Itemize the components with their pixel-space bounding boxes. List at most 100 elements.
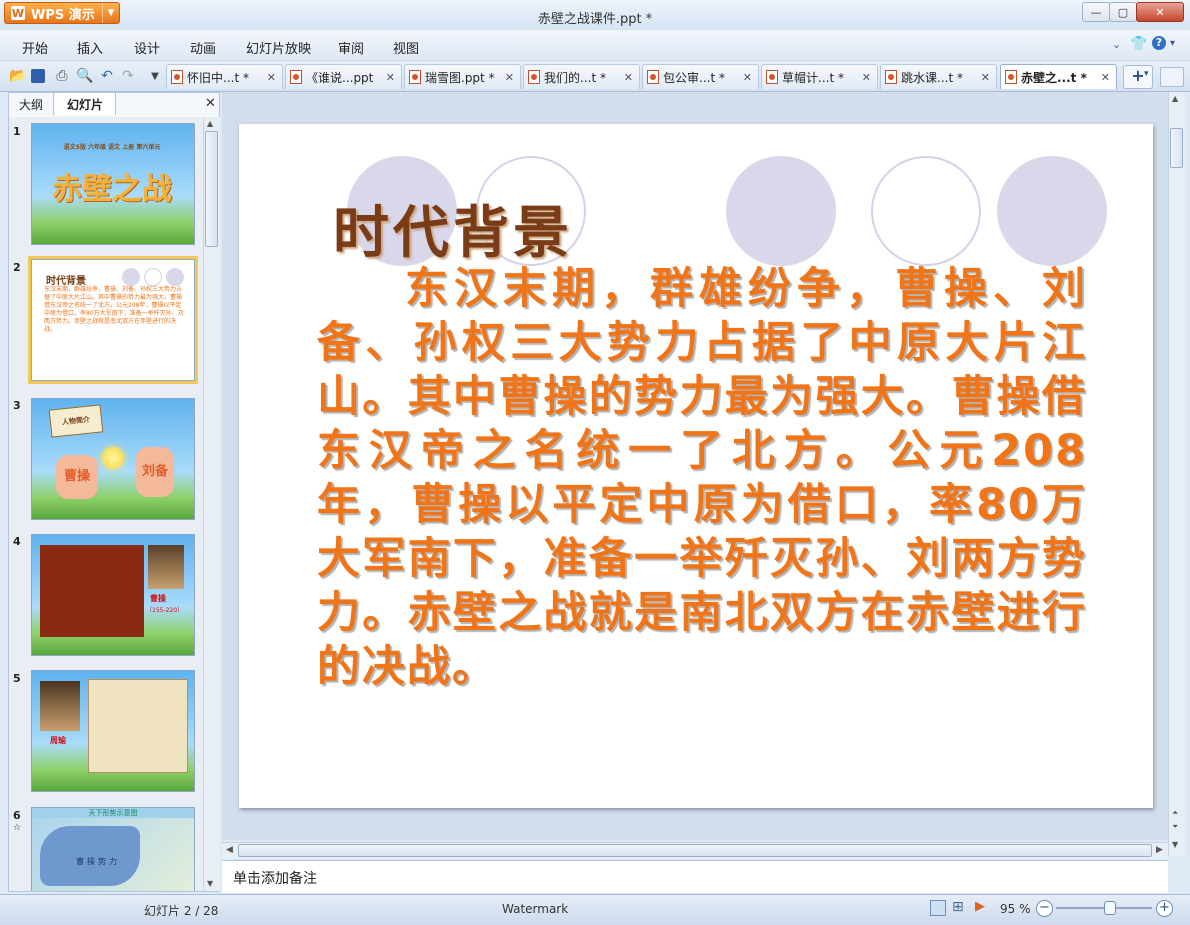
thumbnail-list: 1 语文S版 六年级 语文 上册 第六单元 赤壁之战 2 时代背景 东汉末期，群… bbox=[9, 117, 219, 891]
tab-outline[interactable]: 大纲 bbox=[9, 93, 54, 115]
menu-design[interactable]: 设计 bbox=[134, 38, 160, 57]
close-icon[interactable]: ✕ bbox=[1101, 71, 1110, 84]
current-slide[interactable]: 时代背景 东汉末期，群雄纷争，曹操、刘备、孙权三大势力占据了中原大片江山。其中曹… bbox=[239, 124, 1153, 808]
decor-circle bbox=[726, 156, 836, 266]
ppt-file-icon bbox=[766, 70, 778, 84]
doc-tab[interactable]: 《谁说...ppt ✕ bbox=[285, 64, 402, 89]
collapse-ribbon-icon[interactable]: ⌄ bbox=[1112, 38, 1121, 51]
scroll-left-icon[interactable]: ◀ bbox=[226, 845, 233, 855]
close-icon[interactable]: ✕ bbox=[505, 71, 514, 84]
menu-animation[interactable]: 动画 bbox=[190, 38, 216, 57]
minimize-button[interactable]: — bbox=[1082, 2, 1110, 22]
print-icon[interactable]: ⎙ bbox=[53, 67, 71, 85]
zoom-level[interactable]: 95 % bbox=[1000, 902, 1031, 916]
status-bar: 幻灯片 2 / 28 Watermark ⊞ ▶ 95 % − + bbox=[0, 894, 1190, 925]
slide-title[interactable]: 时代背景 bbox=[333, 188, 573, 269]
zoom-in-icon[interactable]: + bbox=[1156, 900, 1173, 917]
doc-tab-label: 《谁说...ppt bbox=[306, 70, 374, 85]
slide-scrollbar[interactable]: ▲ ⏶ ⏷ ▼ bbox=[1168, 92, 1185, 856]
thumb-number: 3 bbox=[13, 399, 21, 412]
zoom-slider-thumb[interactable] bbox=[1103, 901, 1116, 915]
menu-insert[interactable]: 插入 bbox=[77, 38, 103, 57]
scroll-up-icon[interactable]: ▲ bbox=[1172, 94, 1178, 103]
close-icon[interactable]: ✕ bbox=[981, 71, 990, 84]
quick-access-toolbar: 📂 ⎙ 🔍 ↶ ↷ ▼ 怀旧中...t * ✕ 《谁说...ppt ✕ 瑞雪图.… bbox=[0, 60, 1190, 92]
doc-tab[interactable]: 跳水课...t * ✕ bbox=[880, 64, 997, 89]
doc-tab-label: 跳水课...t * bbox=[901, 70, 963, 85]
slide-body-text[interactable]: 东汉末期，群雄纷争，曹操、刘备、孙权三大势力占据了中原大片江山。其中曹操的势力最… bbox=[317, 262, 1087, 694]
zoom-out-icon[interactable]: − bbox=[1036, 900, 1053, 917]
toolbar-customize-icon[interactable]: ▼ bbox=[146, 67, 164, 85]
slide-thumbnail-selected[interactable]: 时代背景 东汉末期，群雄纷争，曹操、刘备、孙权三大势力占据了中原大片江山。其中曹… bbox=[28, 256, 198, 384]
ppt-file-icon bbox=[647, 70, 659, 84]
scroll-down-icon[interactable]: ▼ bbox=[1172, 840, 1178, 849]
normal-view-icon[interactable] bbox=[930, 900, 946, 916]
close-icon[interactable]: ✕ bbox=[267, 71, 276, 84]
watermark-label[interactable]: Watermark bbox=[502, 902, 568, 916]
menu-review[interactable]: 审阅 bbox=[338, 38, 364, 57]
thumbnail-scrollbar[interactable]: ▲ ▼ bbox=[203, 117, 220, 891]
portrait-name: 周瑜 bbox=[50, 736, 66, 745]
scrollbar-thumb[interactable] bbox=[238, 844, 1152, 857]
notes-pane[interactable]: 单击添加备注 bbox=[222, 860, 1168, 893]
help-dropdown-icon[interactable]: ▾ bbox=[1170, 38, 1175, 49]
close-icon[interactable]: ✕ bbox=[862, 71, 871, 84]
scroll-up-icon[interactable]: ▲ bbox=[207, 119, 213, 128]
doc-tab[interactable]: 包公审...t * ✕ bbox=[642, 64, 759, 89]
new-tab-dropdown-icon[interactable]: ▾ bbox=[1144, 69, 1149, 79]
close-icon[interactable]: ✕ bbox=[624, 71, 633, 84]
close-icon[interactable]: ✕ bbox=[743, 71, 752, 84]
slide-sorter-icon[interactable]: ⊞ bbox=[952, 899, 964, 915]
scrollbar-thumb[interactable] bbox=[205, 131, 218, 247]
scroll-banner: 人物简介 bbox=[48, 404, 104, 438]
ppt-file-icon bbox=[885, 70, 897, 84]
next-slide-icon[interactable]: ⏷ bbox=[1172, 822, 1178, 832]
menu-bar: 开始 插入 设计 动画 幻灯片放映 审阅 视图 ⌄ 👕 ? ▾ bbox=[0, 30, 1190, 60]
undo-icon[interactable]: ↶ bbox=[98, 67, 116, 85]
fist-left: 曹操 bbox=[56, 455, 98, 499]
menu-view[interactable]: 视图 bbox=[393, 38, 419, 57]
doc-tab[interactable]: 草帽计...t * ✕ bbox=[761, 64, 878, 89]
print-preview-icon[interactable]: 🔍 bbox=[76, 67, 94, 85]
doc-tab[interactable]: 瑞雪图.ppt * ✕ bbox=[404, 64, 521, 89]
tab-slides[interactable]: 幻灯片 bbox=[55, 93, 116, 115]
decor-circle bbox=[871, 156, 981, 266]
slide-thumbnail[interactable]: 天下形势示意图 曹操势力 bbox=[31, 807, 195, 891]
maximize-button[interactable]: ▢ bbox=[1109, 2, 1137, 22]
ppt-file-icon bbox=[1005, 70, 1017, 84]
menu-home[interactable]: 开始 bbox=[22, 38, 48, 57]
thumb-number: 4 bbox=[13, 535, 21, 548]
horizontal-scrollbar[interactable]: ◀ ▶ bbox=[222, 842, 1168, 859]
doc-tab[interactable]: 怀旧中...t * ✕ bbox=[166, 64, 283, 89]
slide-position: 幻灯片 2 / 28 bbox=[144, 904, 219, 918]
portrait-name: 曹操 bbox=[150, 594, 166, 603]
prev-slide-icon[interactable]: ⏶ bbox=[1172, 808, 1178, 818]
close-button[interactable]: ✕ bbox=[1136, 2, 1184, 22]
thumb-number: 6 bbox=[13, 809, 21, 822]
thumb-number: 1 bbox=[13, 125, 21, 138]
skin-shirt-icon[interactable]: 👕 bbox=[1130, 36, 1147, 52]
slide-thumbnail[interactable]: 人物简介 曹操 刘备 bbox=[31, 398, 195, 520]
close-icon[interactable]: ✕ bbox=[386, 71, 395, 84]
close-icon[interactable]: ✕ bbox=[205, 96, 216, 111]
slide-thumbnail[interactable]: 周瑜 bbox=[31, 670, 195, 792]
doc-tab-label: 我们的...t * bbox=[544, 70, 606, 85]
slide-thumbnail[interactable]: 曹操 （155-220） bbox=[31, 534, 195, 656]
slide-thumbnail[interactable]: 语文S版 六年级 语文 上册 第六单元 赤壁之战 bbox=[31, 123, 195, 245]
help-icon[interactable]: ? bbox=[1152, 36, 1166, 50]
scroll-down-icon[interactable]: ▼ bbox=[207, 879, 213, 888]
window-title: 赤壁之战课件.ppt * bbox=[537, 12, 653, 27]
open-folder-icon[interactable]: 📂 bbox=[9, 67, 27, 85]
scrollbar-thumb[interactable] bbox=[1170, 128, 1183, 168]
redo-icon[interactable]: ↷ bbox=[119, 67, 137, 85]
thumb-number: 2 bbox=[13, 261, 21, 274]
slideshow-play-icon[interactable]: ▶ bbox=[975, 899, 985, 914]
text-panel bbox=[40, 545, 144, 637]
doc-tab[interactable]: 我们的...t * ✕ bbox=[523, 64, 640, 89]
save-icon[interactable] bbox=[31, 69, 45, 83]
tab-list-icon[interactable] bbox=[1160, 67, 1184, 87]
scroll-right-icon[interactable]: ▶ bbox=[1156, 845, 1163, 855]
menu-slideshow[interactable]: 幻灯片放映 bbox=[246, 38, 311, 57]
doc-tab-label: 瑞雪图.ppt * bbox=[425, 70, 495, 85]
doc-tab-active[interactable]: 赤壁之...t * ✕ bbox=[1000, 64, 1117, 89]
